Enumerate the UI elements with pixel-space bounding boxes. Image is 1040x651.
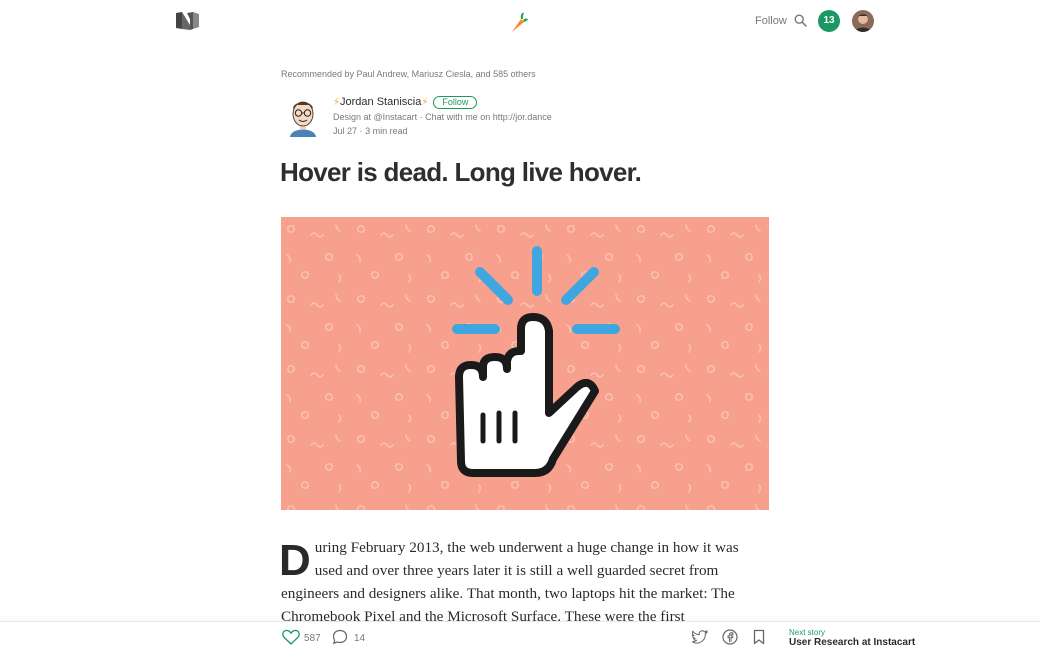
follow-publication-link[interactable]: Follow (755, 15, 787, 27)
avatar[interactable] (852, 10, 874, 32)
carrot-icon[interactable] (508, 11, 528, 33)
next-story-label: Next story (789, 628, 826, 637)
meta-separator: · (359, 126, 363, 136)
article-title: Hover is dead. Long live hover. (280, 157, 642, 187)
read-time: 3 min read (365, 126, 408, 136)
author-name-link[interactable]: Jordan Staniscia (340, 96, 421, 108)
post-date: Jul 27 (333, 126, 358, 136)
search-icon[interactable] (794, 14, 807, 27)
next-story-link[interactable]: User Research at Instacart (789, 637, 915, 648)
bolt-icon: ⚡ (421, 96, 429, 108)
medium-logo-icon[interactable] (176, 11, 199, 30)
facebook-icon[interactable] (722, 629, 738, 645)
drop-cap: D (281, 536, 311, 585)
twitter-icon[interactable] (692, 630, 708, 644)
author-bio: Design at @Instacart · Chat with me on h… (333, 112, 552, 122)
bookmark-icon[interactable] (753, 629, 765, 645)
bottom-action-bar: 587 14 Next story User Research at Insta… (0, 621, 1040, 651)
comment-count: 14 (354, 633, 366, 644)
author-avatar[interactable] (283, 95, 323, 137)
top-navigation-bar: Follow 13 (0, 0, 1040, 44)
article-paragraph: uring February 2013, the web underwent a… (281, 539, 739, 622)
author-line: ⚡ Jordan Staniscia ⚡ Follow (333, 95, 478, 109)
post-meta: Jul 27 · 3 min read (333, 126, 408, 136)
heart-icon[interactable] (282, 629, 300, 645)
follow-author-button[interactable]: Follow (433, 95, 478, 109)
bolt-icon: ⚡ (333, 96, 341, 108)
article-body: D uring February 2013, the web underwent… (281, 536, 769, 623)
hero-image (281, 217, 769, 510)
notification-badge[interactable]: 13 (818, 10, 840, 32)
recommended-by-text: Recommended by Paul Andrew, Mariusz Cies… (281, 69, 536, 79)
like-count: 587 (304, 633, 321, 644)
comment-icon[interactable] (332, 629, 348, 645)
